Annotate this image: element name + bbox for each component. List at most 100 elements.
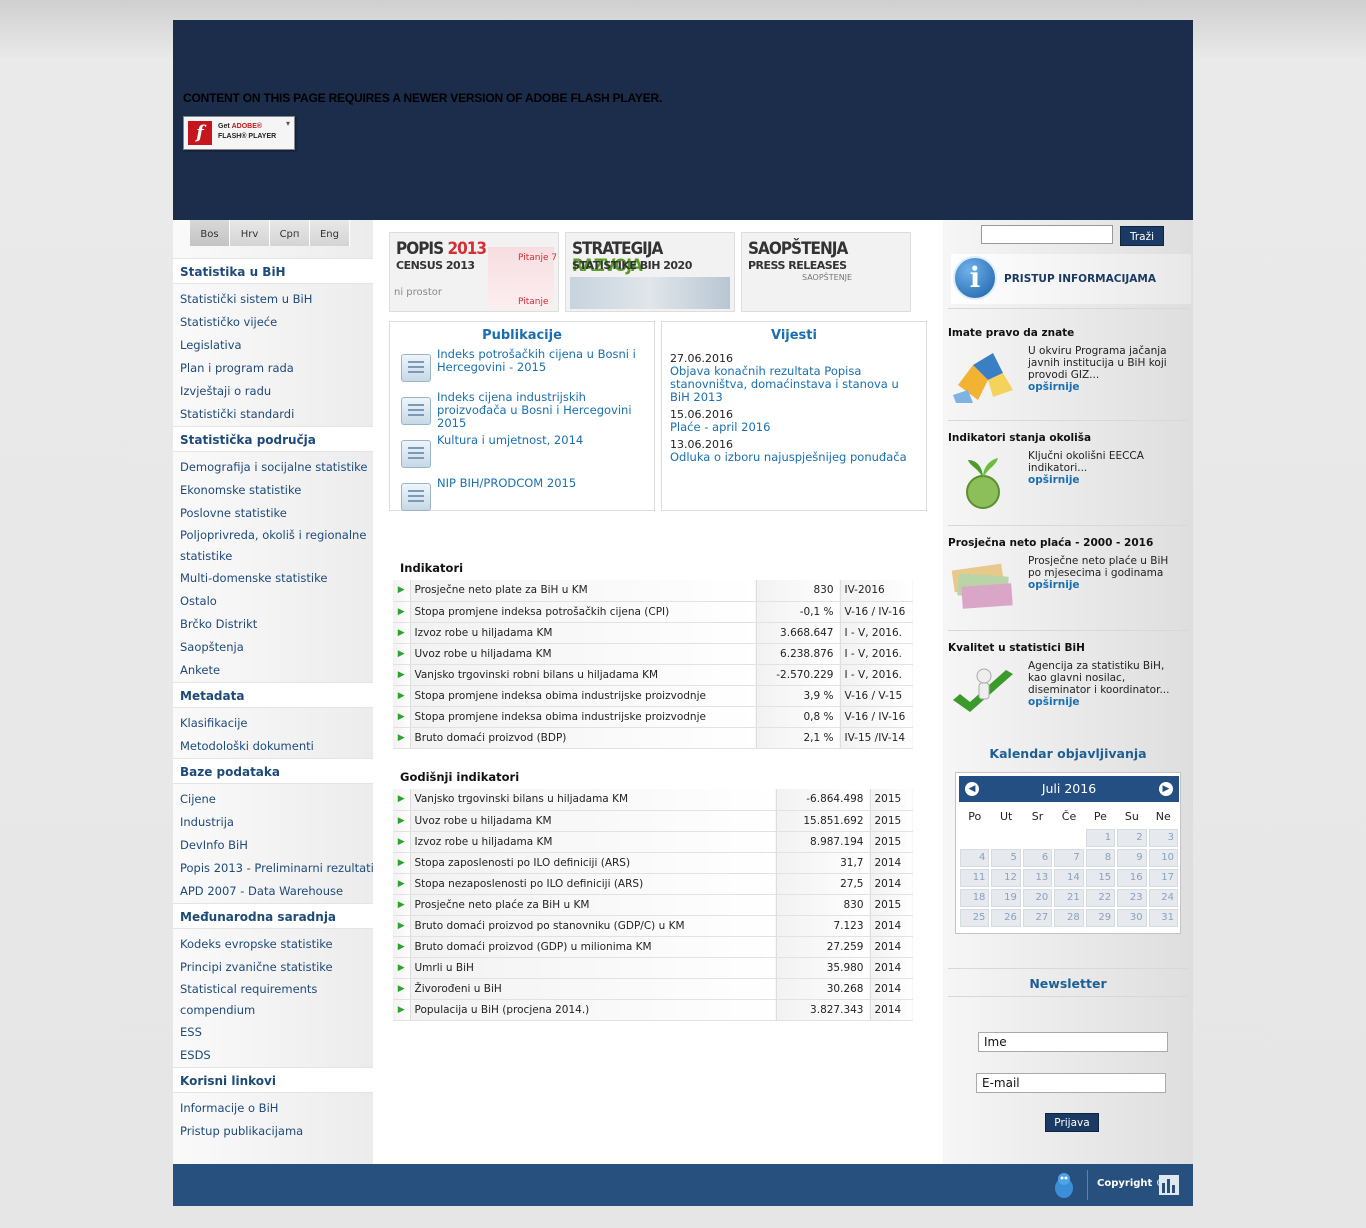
nav-item[interactable]: APD 2007 - Data Warehouse: [173, 880, 373, 903]
nav-heading-metadata[interactable]: Metadata: [173, 682, 373, 708]
lang-tab-bos[interactable]: Bos: [190, 220, 230, 246]
indicator-row[interactable]: ▶ Živorođeni u BiH 30.268 2014: [393, 978, 913, 1000]
calendar-day[interactable]: 25: [960, 909, 990, 927]
indicator-row[interactable]: ▶ Vanjsko trgovinski robni bilans u hilja…: [393, 664, 913, 686]
saopstenja-banner[interactable]: SAOPŠTENJA PRESS RELEASES SAOPŠTENJE: [741, 232, 911, 312]
nav-item[interactable]: Kodeks evropske statistike: [173, 933, 373, 956]
calendar-day[interactable]: 2: [1117, 829, 1147, 847]
nav-item[interactable]: DevInfo BiH: [173, 834, 373, 857]
nav-item[interactable]: Poslovne statistike: [173, 502, 373, 525]
calendar-day[interactable]: 6: [1022, 849, 1053, 867]
newsletter-subscribe-button[interactable]: Prijava: [1045, 1113, 1099, 1132]
calendar-day[interactable]: 15: [1085, 869, 1116, 887]
nav-heading-saradnja[interactable]: Međunarodna saradnja: [173, 903, 373, 929]
nav-item[interactable]: Popis 2013 - Preliminarni rezultati: [173, 857, 373, 880]
nav-item[interactable]: Statistical requirements compendium: [173, 979, 373, 1021]
nav-item[interactable]: Informacije o BiH: [173, 1097, 373, 1120]
indicator-row[interactable]: ▶ Stopa promjene indeksa obima industrijs…: [393, 706, 913, 728]
popis-2013-banner[interactable]: POPIS 2013 CENSUS 2013 Pitanje 7 ni pros…: [389, 232, 559, 312]
calendar-day[interactable]: 18: [960, 889, 990, 907]
search-input[interactable]: [981, 225, 1113, 244]
indicator-row[interactable]: ▶ Izvoz robe u hiljadama KM 3.668.647 I - V…: [393, 622, 913, 644]
calendar-day[interactable]: 19: [991, 889, 1021, 907]
search-button[interactable]: Traži: [1120, 226, 1164, 246]
nav-item[interactable]: Izvještaji o radu: [173, 380, 373, 403]
lang-tab-srp[interactable]: Срп: [270, 220, 310, 246]
calendar-day[interactable]: 12: [991, 869, 1021, 887]
news-link[interactable]: Odluka o izboru najuspješnijeg ponuđača: [670, 451, 920, 464]
calendar-day[interactable]: 30: [1117, 909, 1147, 927]
newsletter-name-input[interactable]: Ime: [978, 1032, 1168, 1052]
calendar-day[interactable]: 1: [1085, 829, 1116, 847]
calendar-day[interactable]: 29: [1085, 909, 1116, 927]
calendar-prev-icon[interactable]: ◀: [965, 782, 979, 796]
indicator-row[interactable]: ▶ Umrli u BiH 35.980 2014: [393, 957, 913, 979]
opsirnije-link[interactable]: opširnije: [1028, 381, 1182, 393]
nav-item[interactable]: Klasifikacije: [173, 712, 373, 735]
publication-item[interactable]: Indeks cijena industrijskih proizvođača …: [390, 391, 654, 434]
calendar-day[interactable]: 31: [1148, 909, 1178, 927]
calendar-day[interactable]: 5: [991, 849, 1021, 867]
lang-tab-hrv[interactable]: Hrv: [230, 220, 270, 246]
nav-item[interactable]: Cijene: [173, 788, 373, 811]
nav-item[interactable]: ESDS: [173, 1044, 373, 1067]
nav-item[interactable]: Pristup publikacijama: [173, 1120, 373, 1143]
indicator-row[interactable]: ▶ Uvoz robe u hiljadama KM 15.851.692 2015: [393, 810, 913, 832]
calendar-day[interactable]: 24: [1148, 889, 1178, 907]
indicator-row[interactable]: ▶ Uvoz robe u hiljadama KM 6.238.876 I - V,…: [393, 643, 913, 665]
nav-item[interactable]: Poljoprivreda, okoliš i regionalne stati…: [173, 525, 373, 567]
calendar-day[interactable]: 21: [1054, 889, 1084, 907]
news-link[interactable]: Objava konačnih rezultata Popisa stanovn…: [670, 365, 920, 404]
nav-item[interactable]: Demografija i socijalne statistike: [173, 456, 373, 479]
indicator-row[interactable]: ▶ Bruto domaći proizvod (BDP) 2,1 % IV-15 /…: [393, 727, 913, 749]
calendar-day[interactable]: 13: [1022, 869, 1053, 887]
nav-item[interactable]: Statistički standardi: [173, 403, 373, 426]
nav-heading-linkovi[interactable]: Korisni linkovi: [173, 1067, 373, 1093]
calendar-day[interactable]: 27: [1022, 909, 1053, 927]
opsirnije-link[interactable]: opširnije: [1028, 474, 1182, 486]
nav-item[interactable]: Statistički sistem u BiH: [173, 288, 373, 311]
calendar-day[interactable]: 16: [1117, 869, 1147, 887]
indicator-row[interactable]: ▶ Izvoz robe u hiljadama KM 8.987.194 2015: [393, 831, 913, 853]
calendar-day[interactable]: 9: [1117, 849, 1147, 867]
nav-item[interactable]: Statističko vijeće: [173, 311, 373, 334]
nav-item[interactable]: Ankete: [173, 659, 373, 682]
opsirnije-link[interactable]: opširnije: [1028, 696, 1182, 708]
indicator-row[interactable]: ▶ Vanjsko trgovinski bilans u hiljadama K…: [393, 789, 913, 811]
nav-item[interactable]: Industrija: [173, 811, 373, 834]
publication-item[interactable]: Kultura i umjetnost, 2014: [390, 434, 654, 477]
calendar-day[interactable]: 10: [1148, 849, 1178, 867]
get-flash-player-button[interactable]: f Get ADOBE® FLASH® PLAYER ▾: [183, 116, 295, 150]
pristup-informacijama-banner[interactable]: i PRISTUP INFORMACIJAMA: [951, 254, 1191, 304]
nav-heading-podrucja[interactable]: Statistička područja: [173, 426, 373, 452]
indicator-row[interactable]: ▶ Prosječne neto plaće za BiH u KM 830 2015: [393, 894, 913, 916]
nav-item[interactable]: Brčko Distrikt: [173, 613, 373, 636]
newsletter-email-input[interactable]: E-mail: [976, 1073, 1166, 1093]
news-link[interactable]: Plaće - april 2016: [670, 421, 920, 434]
opsirnije-link[interactable]: opširnije: [1028, 579, 1182, 591]
calendar-day[interactable]: 3: [1148, 829, 1178, 847]
calendar-day[interactable]: 23: [1117, 889, 1147, 907]
calendar-day[interactable]: 17: [1148, 869, 1178, 887]
calendar-day[interactable]: 14: [1054, 869, 1084, 887]
nav-item[interactable]: Metodološki dokumenti: [173, 735, 373, 758]
calendar-day[interactable]: 26: [991, 909, 1021, 927]
calendar-day[interactable]: 8: [1085, 849, 1116, 867]
publication-item[interactable]: Indeks potrošačkih cijena u Bosni i Herc…: [390, 348, 654, 391]
nav-item[interactable]: Ostalo: [173, 590, 373, 613]
calendar-day[interactable]: 22: [1085, 889, 1116, 907]
nav-item[interactable]: Legislativa: [173, 334, 373, 357]
indicator-row[interactable]: ▶ Stopa zaposlenosti po ILO definiciji (A…: [393, 852, 913, 874]
calendar-next-icon[interactable]: ▶: [1159, 782, 1173, 796]
indicator-row[interactable]: ▶ Stopa promjene indeksa obima industrijs…: [393, 685, 913, 707]
calendar-day[interactable]: 20: [1022, 889, 1053, 907]
nav-item[interactable]: ESS: [173, 1021, 373, 1044]
lang-tab-eng[interactable]: Eng: [310, 220, 350, 246]
nav-heading-statistika[interactable]: Statistika u BiH: [173, 258, 373, 284]
nav-item[interactable]: Principi zvanične statistike: [173, 956, 373, 979]
calendar-day[interactable]: 28: [1054, 909, 1084, 927]
nav-item[interactable]: Multi-domenske statistike: [173, 567, 373, 590]
indicator-row[interactable]: ▶ Bruto domaći proizvod (GDP) u milionima…: [393, 936, 913, 958]
nav-item[interactable]: Ekonomske statistike: [173, 479, 373, 502]
indicator-row[interactable]: ▶ Populacija u BiH (procjena 2014.) 3.827.…: [393, 999, 913, 1021]
